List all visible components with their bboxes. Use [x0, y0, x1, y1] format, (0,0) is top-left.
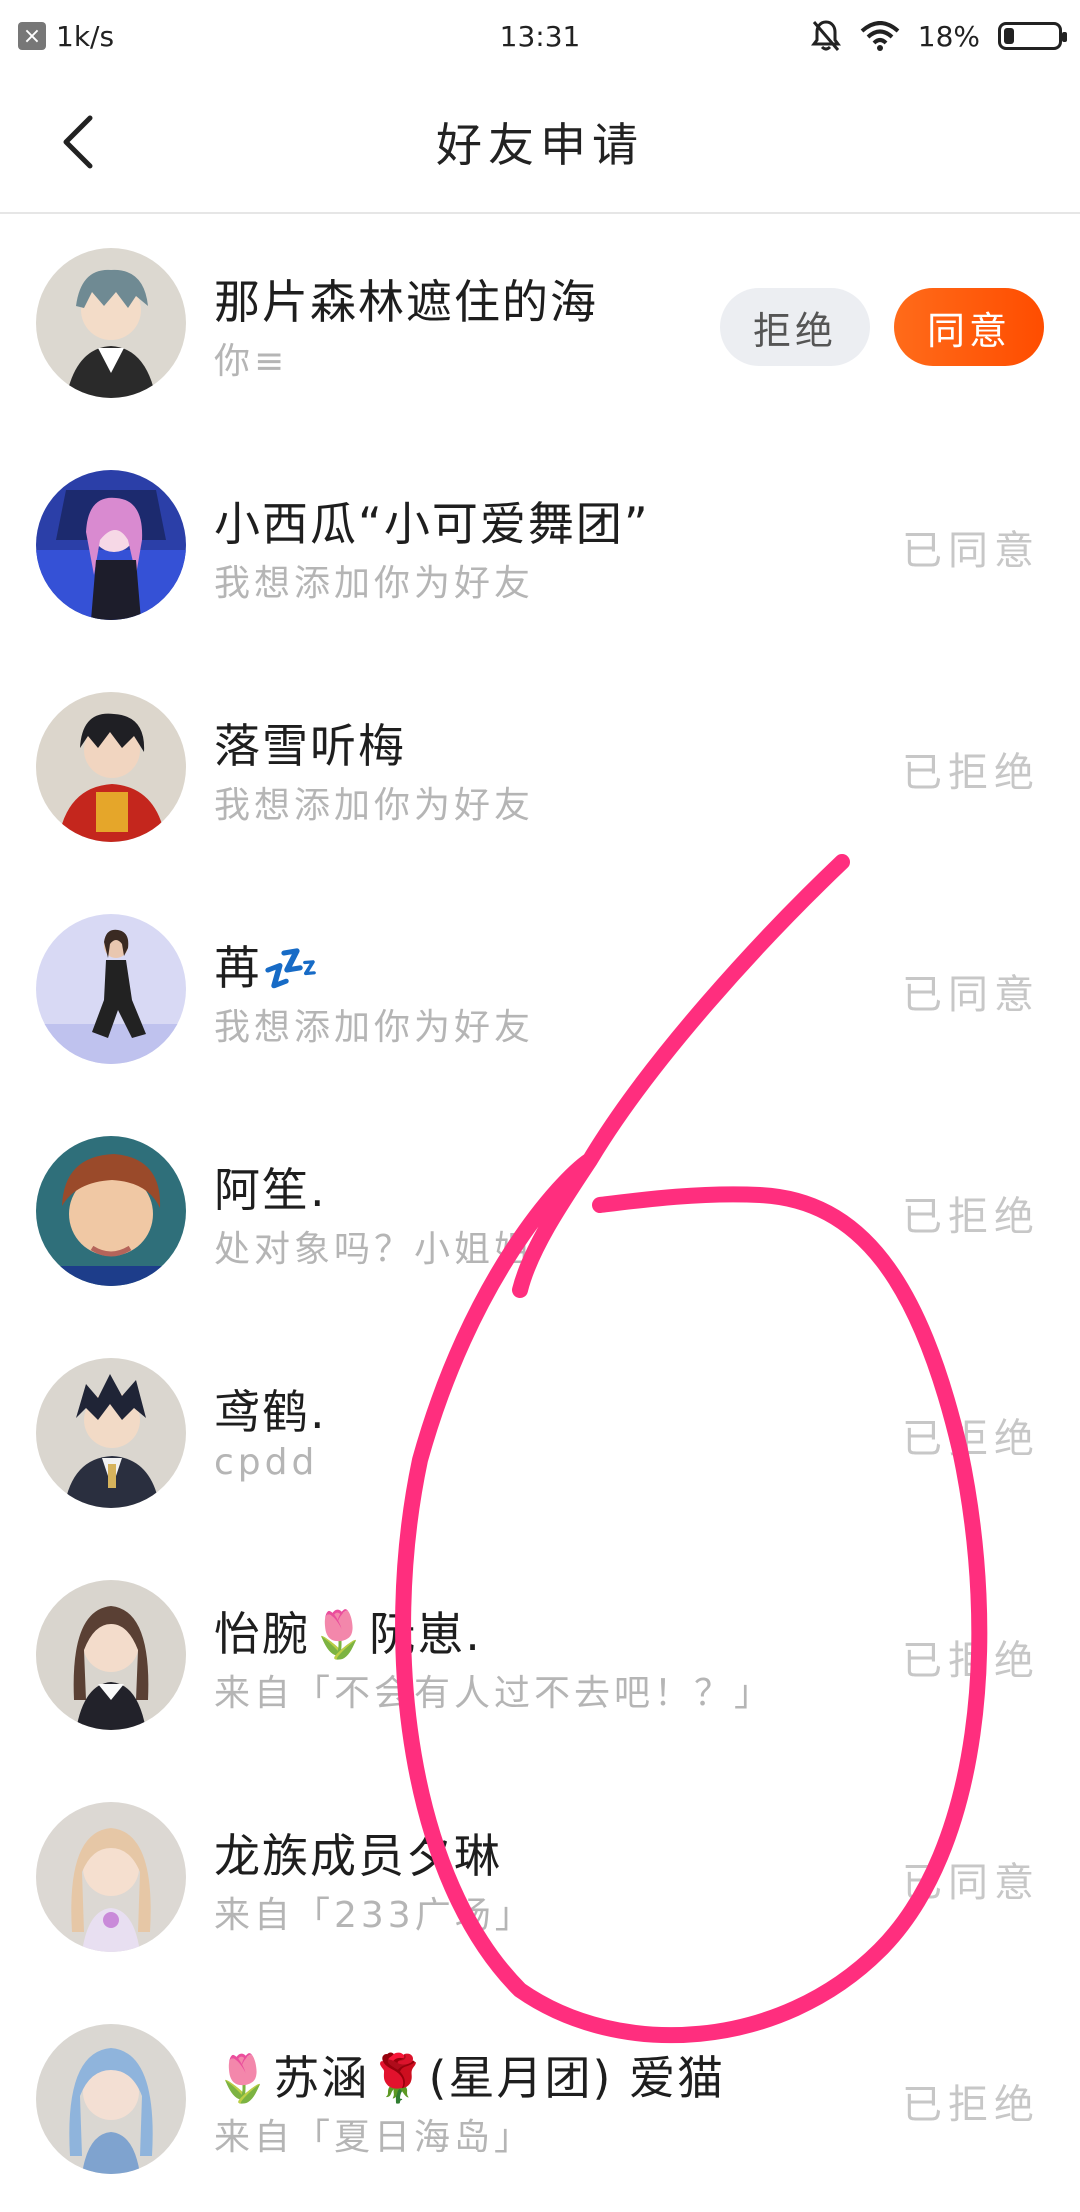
reject-button[interactable]: 拒绝	[720, 288, 870, 366]
request-message: 你≡	[214, 341, 289, 382]
avatar[interactable]	[36, 470, 186, 620]
friend-request-item[interactable]: 苒💤 我想添加你为好友 已同意	[0, 880, 1080, 1102]
status-label: 已同意	[902, 1860, 1040, 1906]
avatar[interactable]	[36, 692, 186, 842]
page-title: 好友申请	[436, 118, 644, 172]
friend-request-item[interactable]: 落雪听梅 我想添加你为好友 已拒绝	[0, 658, 1080, 880]
status-label: 已拒绝	[902, 750, 1040, 796]
requester-name: 落雪听梅	[214, 719, 406, 773]
status-label: 已拒绝	[902, 2082, 1040, 2128]
app-header: 好友申请	[0, 72, 1080, 214]
status-right: 18%	[810, 19, 1067, 53]
battery-percent: 18%	[917, 19, 980, 53]
battery-icon	[998, 22, 1067, 50]
friend-request-item[interactable]: 那片森林遮住的海 你≡ 拒绝 同意	[0, 214, 1080, 436]
requester-name: 怡腕🌷阮崽.	[214, 1607, 482, 1661]
requester-name: 那片森林遮住的海	[214, 275, 598, 329]
friend-request-item[interactable]: 阿笙. 处对象吗？小姐姐 已拒绝	[0, 1102, 1080, 1324]
status-label: 已同意	[902, 972, 1040, 1018]
notification-close-icon: ×	[18, 22, 46, 50]
avatar[interactable]	[36, 1136, 186, 1286]
avatar[interactable]	[36, 1580, 186, 1730]
request-message: 处对象吗？小姐姐	[214, 1229, 535, 1270]
request-message: 来自「夏日海岛」	[214, 2117, 535, 2158]
network-speed: 1k/s	[56, 19, 115, 53]
avatar[interactable]	[36, 1802, 186, 1952]
request-message: 我想添加你为好友	[214, 785, 535, 826]
friend-request-item[interactable]: 龙族成员夕琳 来自「233广场」 已同意	[0, 1768, 1080, 1990]
requester-name: 龙族成员夕琳	[214, 1829, 502, 1883]
friend-request-item[interactable]: 鸢鹤. cpdd 已拒绝	[0, 1324, 1080, 1546]
request-message: 来自「不会有人过不去吧！？」	[214, 1673, 775, 1714]
chevron-left-icon	[63, 115, 93, 169]
friend-request-list: 那片森林遮住的海 你≡ 拒绝 同意 小西瓜“小可爱舞团” 我想添加你为好友 已同…	[0, 214, 1080, 2212]
back-button[interactable]	[48, 112, 108, 172]
requester-name: 苒💤	[214, 941, 322, 995]
avatar[interactable]	[36, 914, 186, 1064]
request-message: 来自「233广场」	[214, 1895, 535, 1936]
avatar[interactable]	[36, 248, 186, 398]
mute-bell-icon	[810, 20, 841, 51]
status-bar: × 1k/s 13:31 18%	[0, 0, 1080, 72]
request-message: 我想添加你为好友	[214, 1007, 535, 1048]
status-label: 已拒绝	[902, 1416, 1040, 1462]
avatar[interactable]	[36, 1358, 186, 1508]
friend-request-item[interactable]: 🌷苏涵🌹(星月团) 爱猫 来自「夏日海岛」 已拒绝	[0, 1990, 1080, 2212]
accept-button[interactable]: 同意	[894, 288, 1044, 366]
status-label: 已拒绝	[902, 1194, 1040, 1240]
request-message: cpdd	[214, 1442, 319, 1483]
friend-request-item[interactable]: 小西瓜“小可爱舞团” 我想添加你为好友 已同意	[0, 436, 1080, 658]
wifi-icon	[860, 21, 900, 51]
requester-name: 鸢鹤.	[214, 1385, 327, 1439]
requester-name: 🌷苏涵🌹(星月团) 爱猫	[214, 2051, 726, 2105]
status-left: × 1k/s	[18, 20, 114, 53]
requester-name: 阿笙.	[214, 1163, 327, 1217]
friend-request-item[interactable]: 怡腕🌷阮崽. 来自「不会有人过不去吧！？」 已拒绝	[0, 1546, 1080, 1768]
status-label: 已同意	[902, 528, 1040, 574]
requester-name: 小西瓜“小可爱舞团”	[214, 497, 650, 551]
status-label: 已拒绝	[902, 1638, 1040, 1684]
avatar[interactable]	[36, 2024, 186, 2174]
request-message: 我想添加你为好友	[214, 563, 535, 604]
